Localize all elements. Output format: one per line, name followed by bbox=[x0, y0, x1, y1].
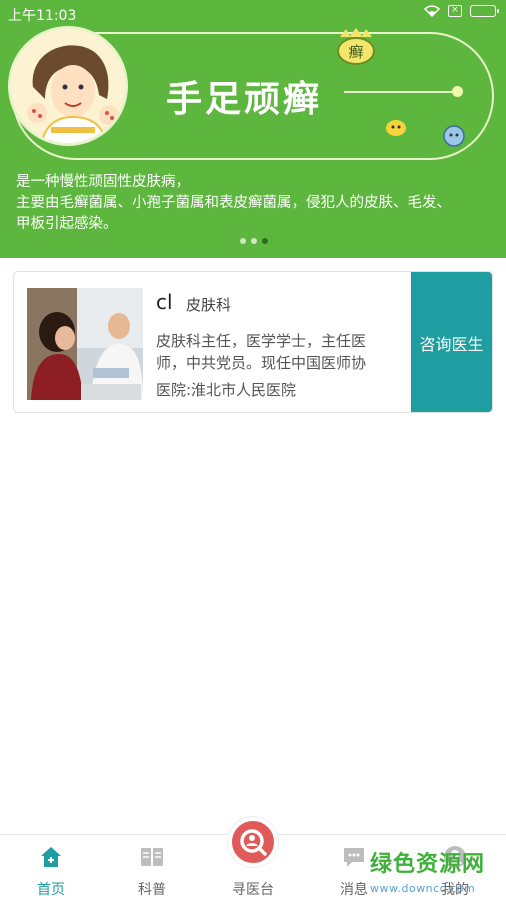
banner-title: 手足顽癣 bbox=[166, 79, 323, 120]
no-sim-icon: × bbox=[448, 5, 462, 17]
doctor-name: cl bbox=[156, 290, 173, 314]
status-bar: 上午11:03 × bbox=[0, 0, 506, 26]
banner-desc-line: 甲板引起感染。 bbox=[16, 216, 118, 232]
nav-item-find-doctor[interactable]: 寻医台 bbox=[213, 817, 293, 900]
doctor-photo bbox=[27, 288, 143, 400]
badge-text: 癣 bbox=[348, 43, 363, 61]
doctor-bio-line: 师，中共党员。现任中国医师协 bbox=[156, 354, 367, 372]
nav-label: 首页 bbox=[37, 882, 65, 898]
doctor-hospital: 医院:淮北市人民医院 bbox=[156, 381, 297, 399]
home-icon bbox=[41, 847, 61, 867]
battery-icon bbox=[470, 5, 499, 17]
nav-label: 科普 bbox=[138, 882, 166, 898]
badge-icon: 癣 bbox=[337, 28, 375, 65]
banner-carousel[interactable]: 上午11:03 × 癣 手足顽癣 是一种慢性顽固性皮肤病， 主要由毛癣菌属、小孢… bbox=[0, 0, 506, 258]
banner-desc-line: 是一种慢性顽固性皮肤病， bbox=[16, 174, 190, 190]
carousel-dot[interactable] bbox=[251, 238, 257, 244]
search-doctor-icon bbox=[240, 829, 267, 856]
banner-illustration bbox=[8, 26, 128, 146]
blue-germ-icon bbox=[443, 125, 465, 147]
doctor-consultation-image bbox=[27, 288, 143, 400]
consult-doctor-button[interactable]: 咨询医生 bbox=[411, 272, 492, 412]
watermark: 绿色资源网 www.downcc.com bbox=[370, 846, 485, 895]
doctor-bio: 皮肤科主任，医学学士，主任医 师，中共党员。现任中国医师协 bbox=[156, 330, 392, 374]
book-icon bbox=[141, 848, 163, 866]
status-time: 上午11:03 bbox=[8, 8, 77, 24]
yellow-germ-icon bbox=[386, 120, 406, 136]
doctor-card[interactable]: cl 皮肤科 皮肤科主任，医学学士，主任医 师，中共党员。现任中国医师协 医院:… bbox=[13, 271, 493, 413]
nav-item-home[interactable]: 首页 bbox=[11, 835, 91, 900]
app-screen: 上午11:03 × 癣 手足顽癣 是一种慢性顽固性皮肤病， 主要由毛癣菌属、小孢… bbox=[0, 0, 506, 900]
wifi-icon bbox=[424, 5, 440, 17]
status-icons: × bbox=[424, 5, 499, 17]
find-doctor-button[interactable] bbox=[228, 817, 278, 867]
carousel-dot[interactable] bbox=[240, 238, 246, 244]
banner-description: 是一种慢性顽固性皮肤病， 主要由毛癣菌属、小孢子菌属和表皮癣菌属，侵犯人的皮肤、… bbox=[16, 172, 500, 235]
carousel-indicator bbox=[240, 238, 268, 244]
watermark-title: 绿色资源网 bbox=[370, 852, 486, 877]
carousel-dot-active[interactable] bbox=[262, 238, 268, 244]
doctor-bio-line: 皮肤科主任，医学学士，主任医 bbox=[156, 332, 367, 350]
doctor-department: 皮肤科 bbox=[186, 296, 232, 314]
nav-item-science[interactable]: 科普 bbox=[112, 835, 192, 900]
watermark-url: www.downcc.com bbox=[370, 882, 476, 895]
banner-desc-line: 主要由毛癣菌属、小孢子菌属和表皮癣菌属，侵犯人的皮肤、毛发、 bbox=[16, 195, 451, 211]
banner-dot bbox=[452, 86, 463, 97]
message-icon bbox=[344, 848, 364, 867]
nav-label: 寻医台 bbox=[232, 882, 274, 898]
banner-divider bbox=[344, 91, 456, 93]
